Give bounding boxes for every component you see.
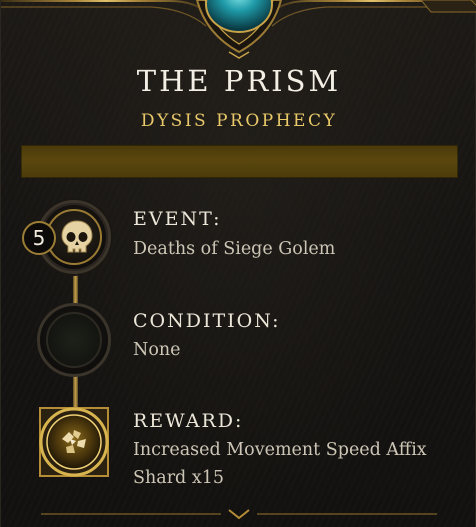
event-count-badge: 5 [22, 221, 56, 255]
condition-node[interactable] [37, 303, 111, 377]
event-value: Deaths of Siege Golem [133, 239, 336, 259]
event-label: EVENT: [133, 208, 222, 230]
affix-shard-icon[interactable] [54, 421, 94, 461]
reward-label: REWARD: [133, 410, 244, 432]
top-frame-ornament [1, 0, 476, 59]
condition-value: None [133, 340, 181, 360]
condition-label: CONDITION: [133, 310, 281, 332]
skull-icon [61, 220, 93, 253]
reward-value: Increased Movement Speed Affix Shard x15 [133, 440, 427, 488]
prophecy-panel: THE PRISM DYSIS PROPHECY 5 EVENT: Deaths… [0, 0, 476, 527]
empty-circle-icon [46, 312, 102, 368]
progress-bar [21, 145, 458, 178]
page-subtitle: DYSIS PROPHECY [140, 111, 338, 131]
page-title: THE PRISM [136, 64, 342, 98]
bottom-frame-ornament [41, 509, 437, 520]
connector-event-condition [73, 272, 78, 306]
